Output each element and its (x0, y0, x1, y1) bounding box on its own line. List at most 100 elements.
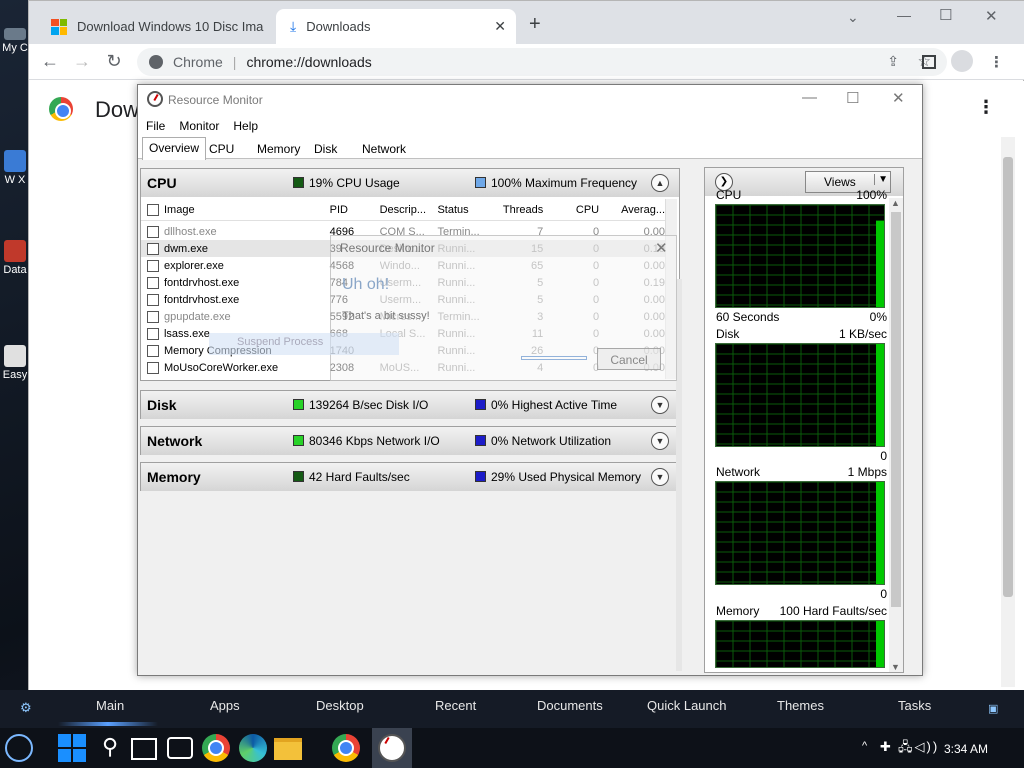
cpu-section-header[interactable]: CPU 19% CPU Usage 100% Maximum Frequency… (141, 169, 679, 197)
column-average[interactable]: Averag... (599, 204, 665, 216)
launcher-documents[interactable]: Documents (537, 698, 603, 713)
cancel-button[interactable]: Cancel (597, 348, 661, 370)
desktop-icon-my-computer[interactable]: My C (0, 28, 30, 54)
network-section-header[interactable]: Network 80346 Kbps Network I/O 0% Networ… (141, 427, 679, 455)
page-scrollbar[interactable] (1001, 137, 1015, 687)
launcher-quick-launch[interactable]: Quick Launch (647, 698, 727, 713)
chevron-up-icon[interactable]: ▲ (651, 174, 669, 192)
row-checkbox[interactable] (147, 361, 159, 374)
chrome-menu-icon[interactable]: ⋮ (989, 53, 1004, 71)
show-hidden-icons-icon[interactable]: ^ (862, 740, 867, 752)
title-bar[interactable]: Resource Monitor — ☐ ✕ (138, 85, 922, 115)
windows-start-icon[interactable] (58, 734, 86, 762)
scroll-thumb[interactable] (1003, 157, 1013, 597)
select-all-checkbox[interactable] (147, 203, 159, 216)
file-explorer-icon[interactable] (274, 738, 302, 760)
chevron-down-icon[interactable]: ▼ (651, 396, 669, 414)
tab-downloads[interactable]: ⤓ Downloads ✕ (276, 9, 516, 44)
launcher-themes[interactable]: Themes (777, 698, 824, 713)
close-button[interactable]: ✕ (892, 89, 905, 107)
tab-disk[interactable]: Disk (307, 138, 344, 159)
column-threads[interactable]: Threads (491, 204, 543, 216)
column-description[interactable]: Descrip... (380, 204, 438, 216)
profile-avatar[interactable] (951, 50, 973, 72)
launcher-main[interactable]: Main (96, 698, 124, 713)
chat-icon[interactable] (167, 737, 193, 759)
row-checkbox[interactable] (147, 293, 159, 306)
close-button[interactable]: ✕ (985, 7, 998, 25)
chrome-taskbar-icon[interactable] (202, 734, 230, 762)
reload-icon[interactable]: ↻ (103, 51, 125, 72)
edge-icon[interactable] (239, 734, 267, 762)
settings-gear-icon[interactable]: ⚙ (20, 700, 32, 716)
column-pid[interactable]: PID (330, 204, 380, 216)
downloads-menu-icon[interactable]: ⋮ (977, 97, 995, 118)
share-icon[interactable]: ⇪ (887, 53, 899, 70)
desktop-icon-easy[interactable]: Easy (0, 345, 30, 381)
disk-section-header[interactable]: Disk 139264 B/sec Disk I/O 0% Highest Ac… (141, 391, 679, 419)
row-checkbox[interactable] (147, 276, 159, 289)
clock[interactable]: 3:34 AM (944, 742, 988, 756)
tab-overview[interactable]: Overview (142, 137, 207, 160)
back-icon[interactable]: ← (39, 51, 61, 72)
tray-plus-icon[interactable]: ✚ (880, 739, 891, 755)
tab-cpu[interactable]: CPU (202, 138, 241, 159)
graph-grid (716, 482, 884, 584)
tab-search-icon[interactable]: ⌄ (847, 9, 859, 26)
graph-label: Memory (716, 604, 760, 618)
graph-activity (876, 344, 884, 446)
row-checkbox[interactable] (147, 242, 159, 255)
views-label: Views (824, 175, 856, 189)
address-bar[interactable]: Chrome | chrome://downloads ⇪ ☆ (137, 48, 947, 76)
row-checkbox[interactable] (147, 327, 159, 340)
dialog-heading: Uh oh! (342, 276, 390, 293)
chevron-down-icon[interactable]: ▼ (651, 432, 669, 450)
forward-icon[interactable]: → (71, 51, 93, 72)
desktop-icon-windows-x[interactable]: W X (0, 150, 30, 186)
scroll-thumb[interactable] (891, 212, 901, 607)
launcher-tasks[interactable]: Tasks (898, 698, 931, 713)
chevron-down-icon[interactable]: ▼ (651, 468, 669, 486)
launcher-recent[interactable]: Recent (435, 698, 476, 713)
row-checkbox[interactable] (147, 259, 159, 272)
maximize-button[interactable]: ☐ (846, 89, 859, 107)
resource-monitor-task[interactable] (372, 728, 412, 768)
tab-download-windows[interactable]: Download Windows 10 Disc Ima ✕ (37, 9, 289, 44)
search-icon[interactable]: ⚲ (96, 734, 124, 762)
tab-network[interactable]: Network (355, 138, 413, 159)
row-checkbox[interactable] (147, 310, 159, 323)
menu-help[interactable]: Help (233, 119, 258, 133)
network-volume-icon[interactable]: 🖧◁)) (898, 738, 939, 760)
launcher-options-icon[interactable]: ▣ (988, 702, 998, 715)
scroll-down-icon[interactable]: ▼ (891, 662, 900, 672)
minimize-button[interactable]: — (897, 7, 911, 23)
launcher-bar: ⚙ Main Apps Desktop Recent Documents Qui… (0, 690, 1024, 728)
tab-close-icon[interactable]: ✕ (494, 18, 506, 35)
launcher-apps[interactable]: Apps (210, 698, 240, 713)
tab-memory[interactable]: Memory (250, 138, 307, 159)
column-cpu[interactable]: CPU (543, 204, 599, 216)
launcher-desktop[interactable]: Desktop (316, 698, 364, 713)
desktop-icon-data[interactable]: Data (0, 240, 30, 276)
dialog-close-icon[interactable]: ✕ (655, 239, 668, 257)
minimize-button[interactable]: — (802, 89, 817, 106)
row-checkbox[interactable] (147, 344, 159, 357)
column-image[interactable]: Image (164, 204, 330, 216)
menu-monitor[interactable]: Monitor (179, 119, 219, 133)
launcher-orb-icon[interactable] (5, 734, 33, 762)
graphs-scrollbar[interactable]: ▲ ▼ (889, 198, 903, 672)
row-checkbox[interactable] (147, 378, 159, 379)
side-panel-icon[interactable] (922, 55, 936, 69)
scroll-up-icon[interactable]: ▲ (891, 198, 900, 208)
graph-disk (715, 343, 885, 447)
menu-file[interactable]: File (146, 119, 165, 133)
memory-section-header[interactable]: Memory 42 Hard Faults/sec 29% Used Physi… (141, 463, 679, 491)
row-checkbox[interactable] (147, 225, 159, 238)
column-status[interactable]: Status (437, 204, 491, 216)
chrome-running-icon[interactable] (332, 734, 360, 762)
graphs-pane: ❯ Views ▼ CPU 100% 60 Seconds 0% Disk 1 KB/se… (704, 167, 904, 673)
new-tab-button[interactable]: + (529, 13, 541, 36)
task-view-icon[interactable] (131, 738, 157, 760)
maximize-button[interactable]: ☐ (939, 6, 952, 24)
graph-activity (876, 621, 884, 667)
